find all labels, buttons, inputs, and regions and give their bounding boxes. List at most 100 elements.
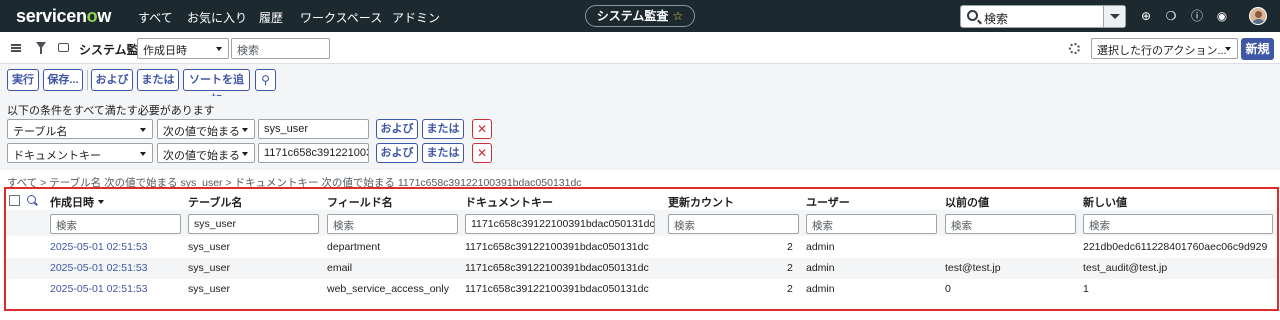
nav-all[interactable]: すべて: [138, 9, 173, 26]
remove-condition-icon[interactable]: ✕: [472, 143, 492, 163]
cell-created-link[interactable]: 2025-05-01 02:51:53: [50, 283, 148, 295]
condition-value-input[interactable]: 1171c658c3912210039: [258, 143, 369, 163]
cell-new-value: test_audit@test.jp: [1083, 262, 1168, 274]
list-menu-icon[interactable]: [11, 44, 21, 52]
context-pill[interactable]: システム監査 ☆: [585, 5, 695, 27]
gear-icon[interactable]: [1069, 43, 1080, 54]
cell-user: admin: [806, 283, 835, 295]
column-search-input[interactable]: 検索: [327, 214, 458, 234]
list-header: システム監査 作成日時 検索 選択した行のアクション...: [0, 32, 1280, 64]
cell-user: admin: [806, 262, 835, 274]
search-scope-dropdown[interactable]: [1103, 6, 1125, 27]
condition-value-input[interactable]: sys_user: [258, 119, 369, 139]
cell-table-name: sys_user: [188, 283, 231, 295]
cell-update-count: 2: [787, 262, 793, 274]
row-action-select[interactable]: 選択した行のアクション...: [1091, 38, 1238, 59]
add-sort-button[interactable]: ソートを追加: [183, 69, 250, 106]
table-row[interactable]: 2025-05-01 02:51:53 sys_user email 1171c…: [6, 258, 1277, 279]
column-search-input[interactable]: 検索: [1083, 214, 1273, 234]
nav-favorites[interactable]: お気に入り: [187, 9, 247, 26]
chevron-down-icon: [1225, 47, 1231, 51]
remove-condition-icon[interactable]: ✕: [472, 119, 492, 139]
context-pill-label: システム監査: [596, 9, 669, 23]
column-header-table-name[interactable]: テーブル名: [188, 194, 242, 210]
column-search-input[interactable]: 検索: [945, 214, 1076, 234]
column-search-input[interactable]: sys_user: [188, 214, 319, 234]
user-avatar[interactable]: [1249, 7, 1267, 25]
search-icon: [967, 10, 978, 21]
servicenow-logo[interactable]: servicenow: [16, 6, 111, 27]
list-context-icon[interactable]: [58, 43, 69, 52]
global-search-text: 検索: [984, 12, 1009, 26]
help-icon[interactable]: ⓘ: [1190, 9, 1204, 23]
column-header-created[interactable]: 作成日時: [50, 194, 104, 210]
globe-icon[interactable]: ⊕: [1139, 9, 1153, 23]
column-header-document-key[interactable]: ドキュメントキー: [465, 194, 553, 210]
top-header: servicenow すべて お気に入り 履歴 ワークスペース アドミン システ…: [0, 0, 1280, 32]
star-icon[interactable]: ☆: [672, 9, 683, 23]
cell-new-value: 221db0edc611228401760aec06c9d929: [1083, 241, 1268, 253]
toolbar-divider: [87, 70, 88, 90]
cell-document-key: 1171c658c39122100391bdac050131dc: [465, 241, 649, 253]
cell-update-count: 2: [787, 283, 793, 295]
condition-operator-select[interactable]: 次の値で始まる: [157, 143, 255, 163]
search-field-select[interactable]: 作成日時: [137, 38, 229, 59]
condition-field-select[interactable]: ドキュメントキー: [7, 143, 153, 163]
bell-icon[interactable]: ◉: [1215, 9, 1229, 23]
condition-operator-select[interactable]: 次の値で始まる: [157, 119, 255, 139]
table-row[interactable]: 2025-05-01 02:51:53 sys_user department …: [6, 237, 1277, 258]
list-search-input[interactable]: 検索: [231, 38, 330, 59]
condition-and-button[interactable]: および: [376, 119, 418, 139]
cell-document-key: 1171c658c39122100391bdac050131dc: [465, 262, 649, 274]
cell-created-link[interactable]: 2025-05-01 02:51:53: [50, 241, 148, 253]
save-button[interactable]: 保存...: [43, 69, 83, 91]
global-search[interactable]: 検索: [960, 5, 1126, 28]
cell-user: admin: [806, 241, 835, 253]
row-action-select-value: 選択した行のアクション...: [1097, 45, 1227, 57]
cell-field-name: department: [327, 241, 381, 253]
cell-field-name: web_service_access_only: [327, 283, 449, 295]
chevron-down-icon: [140, 128, 146, 132]
condition-field-value: テーブル名: [13, 126, 68, 138]
column-header-user[interactable]: ユーザー: [806, 194, 850, 210]
column-search-input[interactable]: 1171c658c39122100391bdac050131dc: [465, 214, 655, 234]
condition-title: 以下の条件をすべて満たす必要があります: [7, 105, 215, 117]
column-search-icon[interactable]: [27, 195, 36, 204]
column-search-input[interactable]: 検索: [50, 214, 181, 234]
chevron-down-icon: [242, 152, 248, 156]
run-button[interactable]: 実行: [7, 69, 39, 91]
column-search-input[interactable]: 検索: [668, 214, 799, 234]
or-button[interactable]: または: [137, 69, 179, 91]
filter-icon[interactable]: [36, 42, 46, 54]
column-search-input[interactable]: 検索: [806, 214, 937, 234]
cell-table-name: sys_user: [188, 241, 231, 253]
cell-update-count: 2: [787, 241, 793, 253]
column-header-old-value[interactable]: 以前の値: [945, 194, 989, 210]
condition-operator-value: 次の値で始まる: [163, 126, 240, 138]
select-all-checkbox[interactable]: [9, 195, 20, 206]
search-field-select-value: 作成日時: [143, 45, 187, 57]
cell-old-value: 0: [945, 283, 951, 295]
chevron-down-icon: [242, 128, 248, 132]
cell-old-value: test@test.jp: [945, 262, 1001, 274]
column-header-new-value[interactable]: 新しい値: [1083, 194, 1127, 210]
column-header-update-count[interactable]: 更新カウント: [668, 194, 734, 210]
nav-workspace[interactable]: ワークスペース: [300, 9, 382, 26]
pin-icon[interactable]: ⚲: [255, 69, 276, 91]
column-header-field-name[interactable]: フィールド名: [327, 194, 393, 210]
cell-document-key: 1171c658c39122100391bdac050131dc: [465, 283, 649, 295]
condition-or-button[interactable]: または: [422, 143, 464, 163]
new-button[interactable]: 新規: [1241, 38, 1274, 60]
condition-or-button[interactable]: または: [422, 119, 464, 139]
nav-admin[interactable]: アドミン: [392, 9, 440, 26]
condition-field-select[interactable]: テーブル名: [7, 119, 153, 139]
table-row[interactable]: 2025-05-01 02:51:53 sys_user web_service…: [6, 279, 1277, 300]
chat-icon[interactable]: ❍: [1164, 9, 1178, 23]
cell-table-name: sys_user: [188, 262, 231, 274]
nav-history[interactable]: 履歴: [259, 9, 283, 26]
condition-and-button[interactable]: および: [376, 143, 418, 163]
sort-desc-icon: [98, 200, 104, 204]
cell-created-link[interactable]: 2025-05-01 02:51:53: [50, 262, 148, 274]
and-button[interactable]: および: [91, 69, 133, 91]
condition-operator-value: 次の値で始まる: [163, 150, 240, 162]
